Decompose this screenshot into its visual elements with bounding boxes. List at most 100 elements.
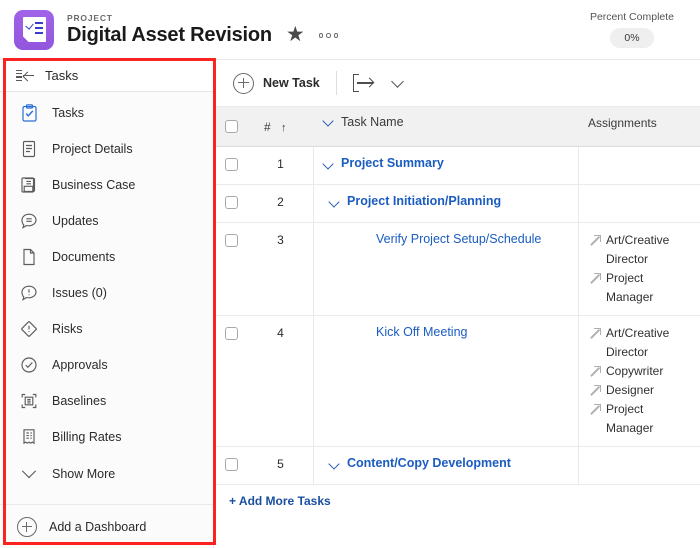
plus-circle-icon [17, 516, 37, 537]
chevron-down-icon [18, 463, 40, 485]
receipt-icon [18, 426, 40, 448]
issue-bubble-icon [18, 282, 40, 304]
table-row[interactable]: 4 Kick Off Meeting Art/Creative Director Co… [215, 316, 700, 447]
chevron-down-icon[interactable] [391, 76, 405, 90]
column-header-number-label: # [264, 119, 271, 134]
add-a-dashboard-button[interactable]: Add a Dashboard [0, 504, 213, 548]
sort-ascending-icon: ↑ [281, 121, 287, 134]
sidebar-item-project-details[interactable]: Project Details [0, 131, 213, 167]
sidebar-item-label: Billing Rates [52, 430, 122, 444]
assignments-cell[interactable]: Art/Creative Director Copywriter Designer P… [579, 316, 700, 446]
assignment-label: Designer [606, 383, 655, 397]
sidebar-item-tasks[interactable]: Tasks [0, 95, 213, 131]
row-checkbox[interactable] [225, 234, 238, 247]
inbox-tray-icon [18, 174, 40, 196]
sidebar-item-baselines[interactable]: Baselines [0, 383, 213, 419]
column-header-number[interactable]: # ↑ [248, 120, 314, 134]
sidebar-item-label: Approvals [52, 358, 108, 372]
project-page: PROJECT Digital Asset Revision ★ Percent… [0, 0, 700, 548]
row-checkbox[interactable] [225, 196, 238, 209]
row-checkbox[interactable] [225, 158, 238, 171]
row-select-cell [215, 447, 248, 484]
project-title-block: PROJECT Digital Asset Revision [67, 14, 272, 46]
comment-bubble-icon [18, 210, 40, 232]
assignments-cell[interactable] [579, 147, 700, 184]
row-select-cell [215, 185, 248, 222]
sidebar-item-billing-rates[interactable]: Billing Rates [0, 419, 213, 455]
assignments-cell[interactable] [579, 185, 700, 222]
star-filled-icon[interactable]: ★ [286, 24, 305, 45]
file-page-icon [18, 246, 40, 268]
row-select-cell [215, 223, 248, 315]
row-checkbox[interactable] [225, 327, 238, 340]
sidebar-item-approvals[interactable]: Approvals [0, 347, 213, 383]
sidebar-item-risks[interactable]: Risks [0, 311, 213, 347]
assignment-label: Project Manager [606, 271, 654, 304]
percent-complete-block: Percent Complete 0% [590, 11, 674, 48]
collapse-panel-icon[interactable] [16, 69, 36, 83]
sidebar-item-updates[interactable]: Updates [0, 203, 213, 239]
sidebar-panel-header-label: Tasks [45, 68, 79, 83]
table-header-row: # ↑ Task Name Assignments [215, 107, 700, 147]
column-header-assignments-label: Assignments [588, 115, 657, 130]
new-task-button[interactable]: New Task [233, 72, 320, 94]
row-checkbox[interactable] [225, 458, 238, 471]
assignments-cell[interactable]: Art/Creative Director Project Manager [579, 223, 700, 315]
sidebar-item-label: Business Case [52, 178, 136, 192]
task-name-cell: Content/Copy Development [314, 447, 579, 484]
sidebar-nav-list: Tasks Project Details Business Case Upda… [0, 92, 213, 493]
table-row[interactable]: 1 Project Summary [215, 147, 700, 185]
sidebar: Tasks Tasks Project Details Business Cas… [0, 60, 214, 548]
column-header-assignments[interactable]: Assignments [579, 116, 700, 138]
add-a-dashboard-label: Add a Dashboard [49, 519, 147, 534]
task-name-cell: Verify Project Setup/Schedule [314, 223, 579, 315]
page-title: Digital Asset Revision [67, 24, 272, 47]
task-name-link[interactable]: Verify Project Setup/Schedule [376, 232, 541, 246]
job-role-arrow-icon [588, 327, 601, 340]
sidebar-item-label: Issues (0) [52, 286, 107, 300]
check-circle-icon [18, 354, 40, 376]
row-number: 3 [248, 223, 314, 315]
export-arrow-icon[interactable] [352, 74, 375, 92]
assignment-label: Copywriter [606, 364, 664, 378]
column-header-task-name-label: Task Name [341, 115, 404, 129]
new-task-label: New Task [263, 76, 320, 90]
job-role-arrow-icon [588, 234, 601, 247]
chevron-down-icon[interactable] [330, 460, 340, 470]
task-name-link[interactable]: Project Initiation/Planning [347, 194, 501, 208]
sidebar-item-business-case[interactable]: Business Case [0, 167, 213, 203]
baseline-frame-icon [18, 390, 40, 412]
page-header: PROJECT Digital Asset Revision ★ Percent… [0, 0, 700, 60]
table-row[interactable]: 3 Verify Project Setup/Schedule Art/Creati… [215, 223, 700, 316]
more-options-icon[interactable] [318, 33, 339, 38]
assignment-label: Art/Creative Director [606, 233, 670, 266]
chevron-down-icon[interactable] [324, 160, 334, 170]
job-role-arrow-icon [588, 384, 601, 397]
clipboard-check-icon [18, 102, 40, 124]
task-name-link[interactable]: Project Summary [341, 156, 444, 170]
main-content: New Task # ↑ Task Name Assignments 1 Pro… [215, 60, 700, 548]
sidebar-item-issues[interactable]: Issues (0) [0, 275, 213, 311]
column-header-task-name[interactable]: Task Name [314, 115, 579, 138]
chevron-down-icon[interactable] [324, 117, 334, 127]
row-number: 2 [248, 185, 314, 222]
chevron-down-icon[interactable] [330, 198, 340, 208]
row-select-cell [215, 316, 248, 446]
toolbar-divider [335, 71, 337, 95]
assignments-cell[interactable] [579, 447, 700, 484]
task-name-link[interactable]: Kick Off Meeting [376, 325, 467, 339]
table-row[interactable]: 2 Project Initiation/Planning [215, 185, 700, 223]
table-row[interactable]: 5 Content/Copy Development [215, 447, 700, 485]
sidebar-item-label: Baselines [52, 394, 107, 408]
sidebar-show-more[interactable]: Show More [0, 455, 213, 493]
assignment-item: Copywriter [588, 362, 694, 381]
row-number: 1 [248, 147, 314, 184]
sidebar-item-label: Documents [52, 250, 116, 264]
select-all-checkbox[interactable] [225, 120, 238, 133]
percent-complete-value: 0% [610, 28, 654, 48]
task-name-link[interactable]: Content/Copy Development [347, 456, 511, 470]
add-more-tasks-button[interactable]: + Add More Tasks [215, 485, 700, 517]
row-select-cell [215, 147, 248, 184]
sidebar-item-documents[interactable]: Documents [0, 239, 213, 275]
task-table: # ↑ Task Name Assignments 1 Project Summa… [215, 107, 700, 517]
